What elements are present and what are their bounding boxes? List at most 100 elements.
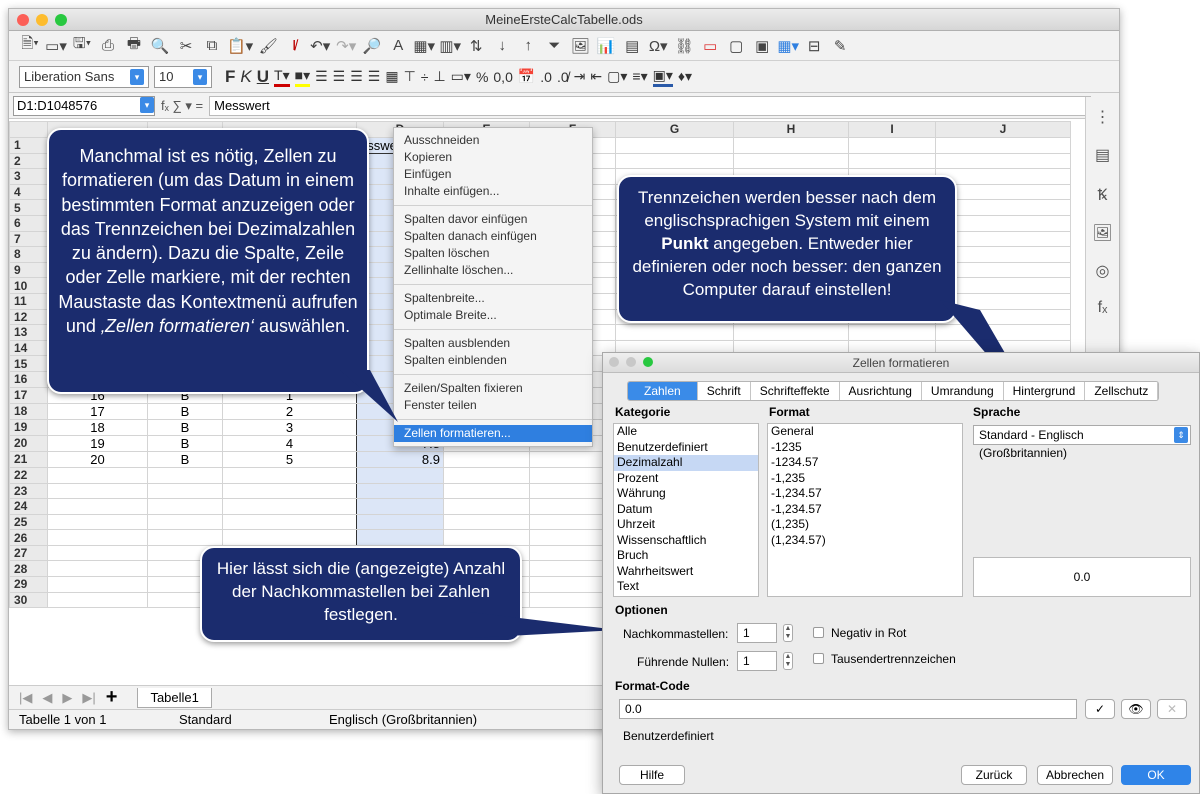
center-vertically-icon[interactable]: ÷ [421, 69, 429, 85]
kategorie-item[interactable]: Alle [614, 424, 758, 440]
col-header-i[interactable]: I [848, 121, 936, 138]
pivot-table-icon[interactable]: ▤ [621, 37, 643, 55]
row-header[interactable]: 15 [9, 355, 48, 372]
dialog-tab[interactable]: Schrifteffekte [751, 382, 840, 400]
row-header[interactable]: 10 [9, 277, 48, 294]
context-menu-item[interactable]: Zellen formatieren... [394, 425, 592, 442]
hyperlink-icon[interactable]: ⛓ [673, 37, 695, 55]
clear-formatting-icon[interactable]: I̸ [283, 37, 305, 54]
kategorie-item[interactable]: Bruch [614, 548, 758, 564]
context-menu-item[interactable]: Kopieren [394, 149, 592, 166]
cell[interactable] [47, 466, 148, 484]
define-print-area-icon[interactable]: ▣ [751, 37, 773, 55]
minimize-window-button[interactable] [36, 14, 48, 26]
conditional-format-icon[interactable]: ♦▾ [678, 68, 692, 85]
cell[interactable]: 2 [222, 402, 357, 420]
cell[interactable]: B [147, 434, 223, 452]
row-header[interactable]: 9 [9, 261, 48, 279]
font-size-combo[interactable]: 10 ▾ [154, 65, 212, 88]
cell[interactable]: 20 [47, 450, 148, 468]
status-language[interactable]: Englisch (Großbritannien) [319, 712, 569, 727]
corner-cell[interactable] [9, 121, 48, 138]
next-sheet-icon[interactable]: ▶ [62, 690, 72, 706]
cell[interactable] [222, 529, 357, 546]
sprache-select[interactable]: Standard - Englisch (Großbritannien) ⇕ [973, 425, 1191, 460]
cell[interactable] [935, 136, 1071, 154]
col-header-h[interactable]: H [733, 121, 849, 138]
cell-d[interactable] [356, 529, 444, 546]
cell[interactable]: 4 [222, 434, 357, 452]
row-header[interactable]: 2 [9, 152, 48, 170]
row-header[interactable]: 24 [9, 498, 48, 515]
cell[interactable] [47, 591, 148, 609]
negativ-rot-checkbox[interactable] [813, 627, 824, 638]
row-header[interactable]: 5 [9, 199, 48, 216]
sheet-tab-tabelle1[interactable]: Tabelle1 [137, 687, 212, 708]
nachkomma-spinner-icon[interactable]: ▲ ▼ [783, 624, 793, 642]
cell[interactable] [222, 482, 357, 500]
cell[interactable] [443, 450, 530, 468]
cell[interactable] [848, 152, 936, 170]
cell-d[interactable] [356, 513, 444, 531]
last-sheet-icon[interactable]: ▶| [82, 690, 95, 706]
kategorie-item[interactable]: Text [614, 579, 758, 595]
clone-formatting-icon[interactable]: 🖌 [257, 37, 279, 55]
dialog-tab[interactable]: Schrift [698, 382, 751, 400]
fuehrende-spinner-icon[interactable]: ▲ ▼ [783, 652, 793, 670]
border-style-icon[interactable]: ≡▾ [632, 68, 647, 85]
dialog-close-button[interactable] [609, 357, 619, 367]
cell[interactable]: 17 [47, 402, 148, 420]
format-list[interactable]: General -1235 -1234.57 -1,235 -1,234.57 -1,23… [767, 423, 963, 597]
cell[interactable] [443, 482, 530, 500]
find-replace-icon[interactable]: 🔎 [361, 37, 383, 55]
cell[interactable] [848, 136, 936, 154]
zurueck-button[interactable]: Zurück [961, 765, 1027, 785]
row-header[interactable]: 7 [9, 230, 48, 248]
cell[interactable] [733, 152, 849, 170]
more-options-icon[interactable]: ⋮ [1095, 107, 1111, 127]
underline-button[interactable]: U [257, 67, 269, 87]
context-menu-item[interactable]: Ausschneiden [394, 132, 592, 149]
new-document-icon[interactable]: 🗎▾ [19, 33, 41, 58]
export-pdf-icon[interactable]: ⎙ [97, 37, 119, 54]
cell[interactable] [443, 529, 530, 546]
context-menu-item[interactable]: Spalten ausblenden [394, 335, 592, 352]
format-item[interactable]: -1,234.57 [768, 502, 962, 518]
context-menu-item[interactable]: Inhalte einfügen... [394, 183, 592, 200]
context-menu-item[interactable]: Fenster teilen [394, 397, 592, 414]
decrease-indent-icon[interactable]: ⇤ [590, 68, 602, 85]
cell[interactable]: 18 [47, 418, 148, 436]
align-bottom-icon[interactable]: ⊥ [433, 68, 445, 85]
dialog-tab[interactable]: Zellschutz [1085, 382, 1159, 400]
cell[interactable] [733, 136, 849, 154]
row-header[interactable]: 14 [9, 339, 48, 357]
format-item[interactable]: (1,234.57) [768, 533, 962, 549]
merge-cells-icon[interactable]: ▦ [385, 68, 398, 85]
row-header[interactable]: 30 [9, 591, 48, 609]
row-header[interactable]: 21 [9, 450, 48, 468]
cell[interactable]: B [147, 418, 223, 436]
cell[interactable] [222, 513, 357, 531]
cell-d[interactable] [356, 482, 444, 500]
undo-icon[interactable]: ↶▾ [309, 37, 331, 55]
col-header-j[interactable]: J [935, 121, 1071, 138]
tausender-checkbox[interactable] [813, 653, 824, 664]
format-as-currency-icon[interactable]: ▭▾ [451, 68, 471, 85]
cell[interactable] [147, 482, 223, 500]
copy-icon[interactable]: ⧉ [201, 37, 223, 54]
cell[interactable] [443, 466, 530, 484]
format-item[interactable]: -1234.57 [768, 455, 962, 471]
cell[interactable]: B [147, 450, 223, 468]
row-header[interactable]: 18 [9, 402, 48, 420]
border-color-icon[interactable]: ▣▾ [652, 67, 673, 87]
cell[interactable] [615, 152, 734, 170]
column-icon[interactable]: ▥▾ [439, 37, 461, 55]
sort-ascending-icon[interactable]: ↓ [491, 37, 513, 54]
cell[interactable] [147, 529, 223, 546]
cell[interactable] [47, 576, 148, 593]
row-header[interactable]: 19 [9, 418, 48, 436]
dialog-zoom-button[interactable] [643, 357, 653, 367]
kategorie-list[interactable]: Alle Benutzerdefiniert Dezimalzahl Prozent W… [613, 423, 759, 597]
format-as-percent-button[interactable]: % [476, 69, 488, 85]
hilfe-button[interactable]: Hilfe [619, 765, 685, 785]
